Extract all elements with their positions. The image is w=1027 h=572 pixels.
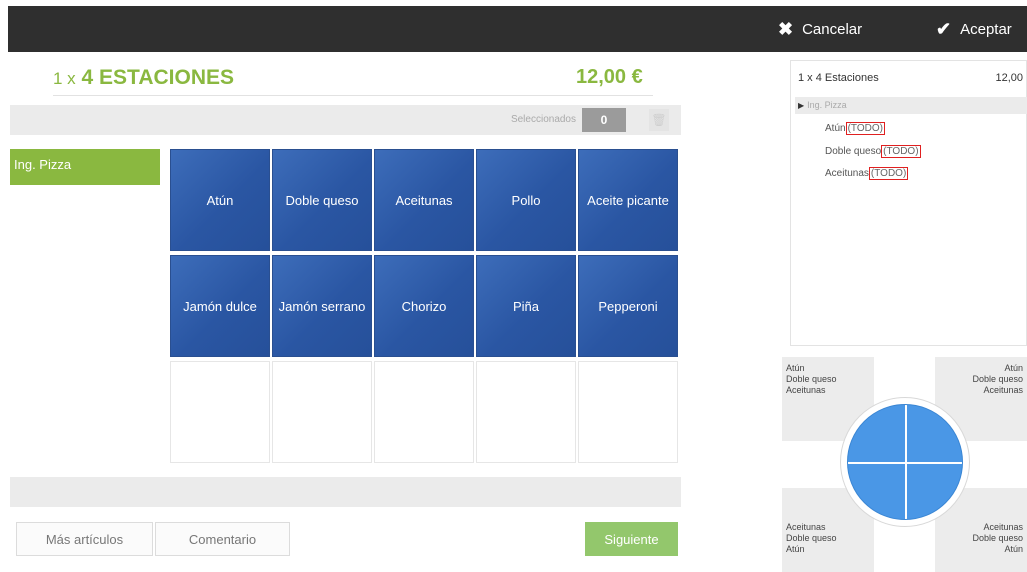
quadrant-item: Aceitunas <box>786 522 826 532</box>
comment-button[interactable]: Comentario <box>155 522 290 556</box>
pizza-icon <box>847 404 963 520</box>
pizza-diagram[interactable] <box>840 397 970 527</box>
summary-item: Doble queso (TODO) <box>825 145 921 158</box>
info-bar <box>10 477 681 507</box>
todo-tag: (TODO) <box>845 122 885 135</box>
accept-label: Aceptar <box>960 20 1012 38</box>
cancel-label: Cancelar <box>802 20 863 38</box>
more-items-button[interactable]: Más artículos <box>16 522 153 556</box>
summary-item-name: Doble queso <box>825 146 882 157</box>
ingredient-tile[interactable]: Piña <box>476 255 576 357</box>
ingredient-tile[interactable]: Pollo <box>476 149 576 251</box>
ingredient-tile[interactable]: Atún <box>170 149 270 251</box>
product-title: 1 x 4 ESTACIONES <box>53 66 234 90</box>
ingredient-tile[interactable]: Doble queso <box>272 149 372 251</box>
ingredient-tile[interactable]: Jamón serrano <box>272 255 372 357</box>
quadrant-item: Atún <box>786 544 805 554</box>
empty-tile <box>476 361 576 463</box>
product-qty: 1 x <box>53 69 76 88</box>
todo-tag: (TODO) <box>868 167 909 180</box>
quadrant-item: Doble queso <box>972 374 1023 384</box>
main-area: 1 x 4 ESTACIONES 12,00 € Seleccionados 0… <box>8 52 778 572</box>
ingredient-tile[interactable]: Jamón dulce <box>170 255 270 357</box>
quadrant-item: Atún <box>1004 363 1023 373</box>
trash-icon[interactable]: 🗑 <box>649 109 669 131</box>
quadrant-item: Atún <box>1004 544 1023 554</box>
order-summary: 1 x 4 Estaciones 12,00 ▶ Ing. Pizza Atún(… <box>782 52 1027 572</box>
next-button[interactable]: Siguiente <box>585 522 678 556</box>
ingredient-tile[interactable]: Chorizo <box>374 255 474 357</box>
category-ing-pizza[interactable]: Ing. Pizza <box>10 149 160 185</box>
summary-header: 1 x 4 Estaciones 12,00 <box>798 72 1023 84</box>
ingredient-tile[interactable]: Aceitunas <box>374 149 474 251</box>
ingredient-tile[interactable]: Aceite picante <box>578 149 678 251</box>
summary-group-label: Ing. Pizza <box>807 100 847 110</box>
accept-button[interactable]: ✔ Aceptar <box>936 6 1012 52</box>
selected-count: 0 <box>582 108 626 132</box>
summary-item-name: Aceitunas <box>825 168 869 179</box>
summary-panel: 1 x 4 Estaciones 12,00 ▶ Ing. Pizza Atún(… <box>790 60 1027 346</box>
quadrant-item: Doble queso <box>786 374 837 384</box>
product-name: 4 ESTACIONES <box>81 66 235 89</box>
check-icon: ✔ <box>936 18 952 39</box>
selection-bar: Seleccionados 0 🗑 <box>10 105 681 135</box>
quadrant-item: Doble queso <box>972 533 1023 543</box>
top-bar: ✖ Cancelar ✔ Aceptar <box>8 6 1027 52</box>
selected-label: Seleccionados <box>510 114 576 125</box>
ingredient-grid: Atún Doble queso Aceitunas Pollo Aceite … <box>170 149 678 463</box>
summary-item-name: Atún <box>825 123 846 134</box>
cancel-button[interactable]: ✖ Cancelar <box>778 6 862 52</box>
pizza-divider-horizontal <box>848 462 962 464</box>
close-icon: ✖ <box>778 18 794 39</box>
summary-price: 12,00 <box>995 72 1023 84</box>
triangle-right-icon: ▶ <box>798 101 805 110</box>
summary-line: 1 x 4 Estaciones <box>798 72 879 84</box>
summary-item: Atún (TODO) <box>825 122 885 135</box>
product-price: 12,00 € <box>576 66 643 88</box>
quadrant-item: Atún <box>786 363 805 373</box>
quadrant-item: Aceitunas <box>786 385 826 395</box>
todo-tag: (TODO) <box>881 145 921 158</box>
empty-tile <box>578 361 678 463</box>
quadrant-item: Aceitunas <box>983 385 1023 395</box>
empty-tile <box>170 361 270 463</box>
empty-tile <box>272 361 372 463</box>
summary-group[interactable]: ▶ Ing. Pizza <box>795 97 1027 114</box>
quadrant-item: Doble queso <box>786 533 837 543</box>
divider <box>53 95 653 96</box>
empty-tile <box>374 361 474 463</box>
ingredient-tile[interactable]: Pepperoni <box>578 255 678 357</box>
quadrant-item: Aceitunas <box>983 522 1023 532</box>
summary-item: Aceitunas (TODO) <box>825 167 909 180</box>
